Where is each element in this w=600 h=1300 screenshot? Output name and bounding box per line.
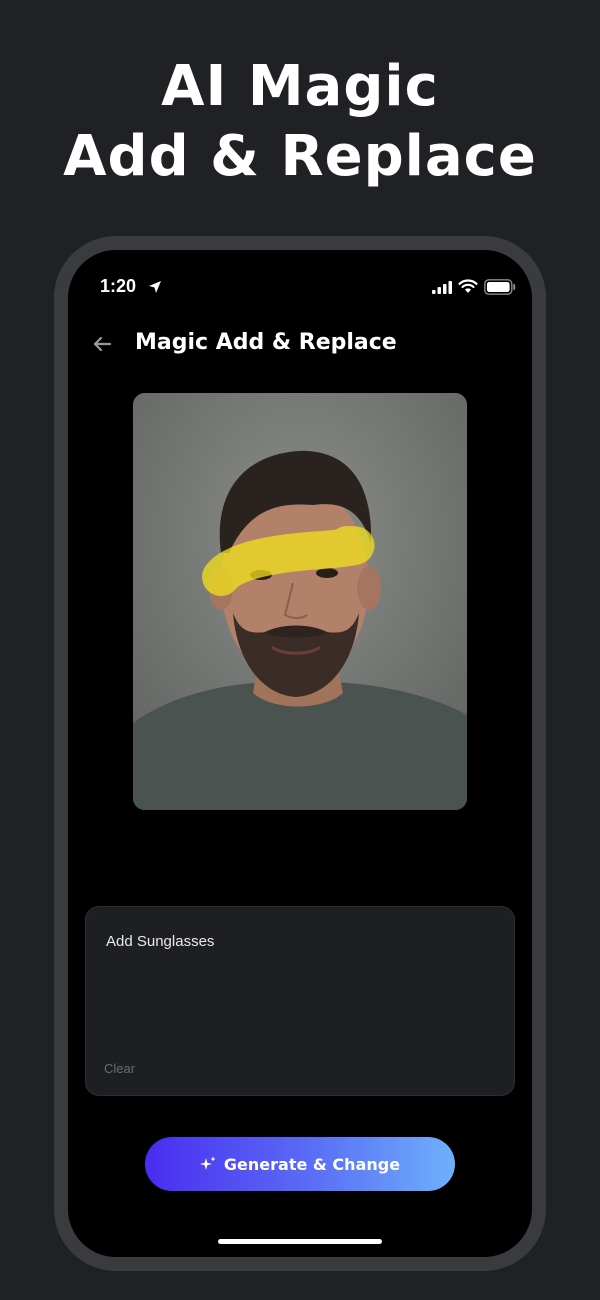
- status-bar: 1:20: [68, 276, 532, 302]
- back-arrow-icon[interactable]: [90, 332, 114, 356]
- battery-icon: [484, 279, 516, 295]
- portrait-image: [133, 393, 467, 810]
- cellular-signal-icon: [432, 281, 452, 294]
- location-arrow-icon: [149, 281, 161, 293]
- generate-button[interactable]: Generate & Change: [145, 1137, 455, 1191]
- clear-button[interactable]: Clear: [104, 1061, 135, 1076]
- sparkle-icon: [199, 1156, 216, 1170]
- phone-screen: 1:20 Magic Add & Replace Add Sunglasses …: [68, 250, 532, 1257]
- home-indicator[interactable]: [218, 1239, 382, 1244]
- wifi-icon: [458, 279, 478, 293]
- prompt-input-box[interactable]: Add Sunglasses Clear: [85, 906, 515, 1096]
- generate-button-label: Generate & Change: [223, 1154, 401, 1174]
- promo-headline: AI Magic Add & Replace: [0, 52, 600, 192]
- nav-bar: Magic Add & Replace: [68, 320, 532, 370]
- page-title: Magic Add & Replace: [135, 330, 397, 355]
- edit-photo[interactable]: [133, 393, 467, 810]
- headline-line-1: AI Magic: [161, 54, 439, 119]
- status-time: 1:20: [100, 276, 137, 296]
- phone-frame: 1:20 Magic Add & Replace Add Sunglasses …: [54, 236, 546, 1271]
- headline-line-2: Add & Replace: [63, 124, 537, 189]
- prompt-text[interactable]: Add Sunglasses: [106, 933, 214, 950]
